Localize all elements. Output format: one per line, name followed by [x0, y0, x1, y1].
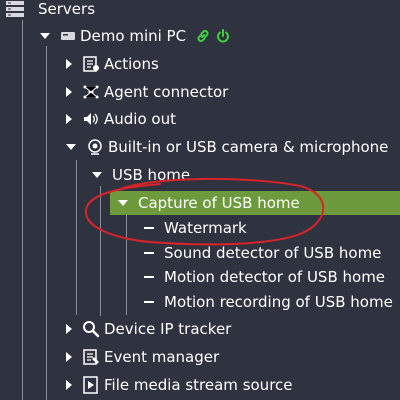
expand-toggle-icon[interactable]: [40, 33, 50, 39]
tree-node-motion-detector[interactable]: Motion detector of USB home: [144, 265, 385, 289]
agent-connector-icon: [82, 83, 100, 101]
tree-node-capture-usb-home[interactable]: Capture of USB home: [118, 191, 300, 215]
tree-node-label: Event manager: [104, 348, 220, 366]
tree-node-label: Watermark: [164, 219, 247, 237]
leaf-dash-icon: [144, 276, 154, 278]
tree-node-sound-detector[interactable]: Sound detector of USB home: [144, 241, 381, 265]
tree-node-demo-mini-pc[interactable]: Demo mini PC: [40, 24, 236, 48]
expand-toggle-icon[interactable]: [66, 114, 72, 124]
magnifier-icon: [82, 320, 100, 338]
speaker-icon: [82, 110, 100, 128]
tree-node-label: Audio out: [104, 110, 176, 128]
leaf-dash-icon: [144, 301, 154, 303]
tree-node-builtin-camera[interactable]: Built-in or USB camera & microphone: [66, 135, 388, 159]
tree-node-label: Motion recording of USB home: [164, 293, 393, 311]
tree-node-label: USB home: [112, 166, 191, 184]
tree-node-label: Device IP tracker: [104, 320, 232, 338]
media-file-icon: [82, 376, 100, 394]
tree-node-label: Servers: [38, 0, 96, 18]
tree-node-audio-out[interactable]: Audio out: [66, 107, 176, 131]
expand-toggle-icon[interactable]: [118, 200, 128, 206]
tree-guide-line: [100, 186, 101, 316]
tree-node-label: Agent connector: [104, 83, 229, 101]
tree-node-label: Sound detector of USB home: [164, 244, 382, 262]
tree-guide-line: [126, 215, 127, 315]
webcam-icon: [86, 138, 104, 156]
expand-toggle-icon[interactable]: [92, 172, 102, 178]
event-manager-icon: [82, 348, 100, 366]
tree-node-motion-recording[interactable]: Motion recording of USB home: [144, 290, 393, 314]
tree-node-agent-connector[interactable]: Agent connector: [66, 80, 228, 104]
link-icon: [194, 27, 212, 45]
tree-node-actions[interactable]: Actions: [66, 52, 159, 76]
expand-toggle-icon[interactable]: [66, 59, 72, 69]
tree-node-label: Built-in or USB camera & microphone: [108, 138, 389, 156]
expand-toggle-icon[interactable]: [66, 87, 72, 97]
tree-node-usb-home[interactable]: USB home: [92, 163, 190, 187]
tree-node-label: Capture of USB home: [138, 194, 300, 212]
tree-guide-line: [76, 160, 77, 315]
expand-toggle-icon[interactable]: [66, 144, 76, 150]
tree-node-label: Motion detector of USB home: [164, 268, 386, 286]
tree-node-label: Actions: [104, 55, 159, 73]
power-icon: [214, 27, 232, 45]
expand-toggle-icon[interactable]: [66, 352, 72, 362]
tree-guide-line: [22, 20, 23, 400]
expand-toggle-icon[interactable]: [66, 380, 72, 390]
expand-toggle-icon[interactable]: [66, 324, 72, 334]
tree-node-file-media-stream[interactable]: File media stream source: [66, 373, 293, 397]
tree-node-event-manager[interactable]: Event manager: [66, 345, 219, 369]
leaf-dash-icon: [144, 227, 154, 229]
tree-node-label: File media stream source: [104, 376, 293, 394]
tree-node-device-ip-tracker[interactable]: Device IP tracker: [66, 317, 231, 341]
leaf-dash-icon: [144, 252, 154, 254]
actions-icon: [82, 55, 100, 73]
tree-node-servers[interactable]: Servers: [4, 0, 95, 21]
tree-node-watermark[interactable]: Watermark: [144, 216, 247, 240]
mini-pc-icon: [60, 27, 76, 45]
tree-guide-line: [46, 46, 47, 400]
tree-node-label: Demo mini PC: [80, 27, 187, 45]
server-rack-icon: [4, 0, 26, 18]
